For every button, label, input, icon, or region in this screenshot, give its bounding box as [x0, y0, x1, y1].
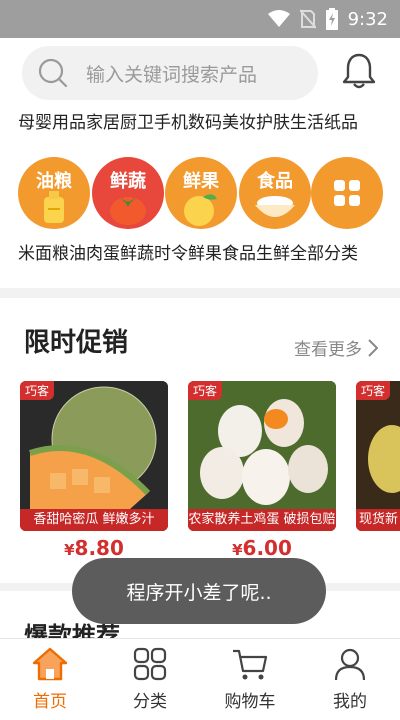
- circle-category-label[interactable]: 时令鲜果: [154, 244, 222, 264]
- product-banner: 现货新: [356, 509, 400, 531]
- tab-profile[interactable]: 我的: [300, 647, 400, 720]
- currency-symbol: ¥: [232, 541, 243, 559]
- circle-category-labels: 米面粮油肉蛋鲜蔬时令鲜果食品生鲜全部分类: [18, 240, 388, 268]
- circle-category-label[interactable]: 肉蛋鲜蔬: [86, 244, 154, 264]
- category-circle-oil[interactable]: 油粮: [18, 157, 90, 229]
- search-placeholder: 输入关键词搜索产品: [86, 63, 258, 86]
- toast-message: 程序开小差了呢..: [72, 558, 326, 624]
- product-tag: 巧客: [188, 381, 223, 400]
- tab-cart[interactable]: 购物车: [200, 647, 300, 720]
- tab-label: 分类: [133, 692, 167, 712]
- tab-category[interactable]: 分类: [100, 647, 200, 720]
- grid-icon: [334, 180, 360, 206]
- promo-title: 限时促销: [24, 328, 129, 358]
- category-circle-fruit[interactable]: 鲜果: [165, 157, 237, 229]
- currency-symbol: ¥: [64, 541, 75, 559]
- status-bar: 9:32: [0, 0, 400, 38]
- circle-badge-label: 鲜果: [183, 171, 219, 192]
- category-circle-food[interactable]: 食品: [239, 157, 311, 229]
- product-price: ¥8.80: [20, 536, 168, 560]
- circle-category-label[interactable]: 食品生鲜: [222, 244, 290, 264]
- wifi-icon: [267, 10, 290, 27]
- battery-charging-icon: [325, 8, 338, 30]
- product-tag: 巧客: [20, 381, 55, 400]
- tab-label: 购物车: [224, 692, 276, 712]
- circle-badge-label: 鲜蔬: [110, 171, 146, 192]
- home-icon: [32, 647, 68, 681]
- circle-badge-label: 油粮: [36, 171, 72, 192]
- cart-icon: [233, 649, 268, 680]
- category-circle-veg[interactable]: 鲜蔬: [92, 157, 164, 229]
- product-banner: 香甜哈密瓜 鲜嫩多汁: [20, 509, 168, 531]
- product-card[interactable]: 巧客 香甜哈密瓜 鲜嫩多汁: [20, 381, 168, 531]
- top-category-item[interactable]: 美妆护肤: [222, 113, 290, 133]
- product-banner: 农家散养土鸡蛋 破损包赔: [188, 509, 336, 531]
- search-icon: [38, 58, 68, 88]
- top-category-item[interactable]: 手机数码: [154, 113, 222, 133]
- see-more-link[interactable]: 查看更多: [294, 335, 378, 360]
- header: 输入关键词搜索产品: [0, 38, 400, 108]
- top-category-item[interactable]: 生活纸品: [290, 113, 358, 133]
- top-category-item[interactable]: 家居厨卫: [86, 113, 154, 133]
- status-time: 9:32: [347, 8, 388, 30]
- category-grid-icon: [133, 647, 167, 681]
- price-value: 6.00: [242, 536, 292, 560]
- product-card[interactable]: 巧客 农家散养土鸡蛋 破损包赔: [188, 381, 336, 531]
- notification-bell-icon[interactable]: [342, 52, 376, 90]
- no-sim-icon: [299, 9, 316, 29]
- top-category-row: 母婴用品家居厨卫手机数码美妆护肤生活纸品: [18, 110, 388, 136]
- status-icons: 9:32: [267, 7, 388, 31]
- product-tag: 巧客: [356, 381, 391, 400]
- circle-category-label[interactable]: 全部分类: [290, 244, 358, 264]
- product-price: ¥6.00: [188, 536, 336, 560]
- see-more-label: 查看更多: [294, 340, 362, 360]
- tab-label: 我的: [333, 692, 367, 712]
- circle-category-label[interactable]: 米面粮油: [18, 244, 86, 264]
- search-input[interactable]: 输入关键词搜索产品: [22, 46, 318, 100]
- user-icon: [334, 648, 366, 681]
- tab-home[interactable]: 首页: [0, 647, 100, 720]
- tab-label: 首页: [33, 692, 67, 712]
- product-card[interactable]: 巧客 现货新: [356, 381, 400, 531]
- circle-category-row: 油粮 鲜蔬 鲜果 食品: [18, 157, 388, 231]
- section-divider: [0, 288, 400, 298]
- chevron-right-icon: [368, 338, 378, 357]
- circle-badge-label: 食品: [257, 171, 293, 192]
- category-circle-all[interactable]: [311, 157, 383, 229]
- price-value: 8.80: [74, 536, 124, 560]
- top-category-item[interactable]: 母婴用品: [18, 113, 86, 133]
- bottom-tab-bar: 首页 分类 购物车 我的: [0, 638, 400, 720]
